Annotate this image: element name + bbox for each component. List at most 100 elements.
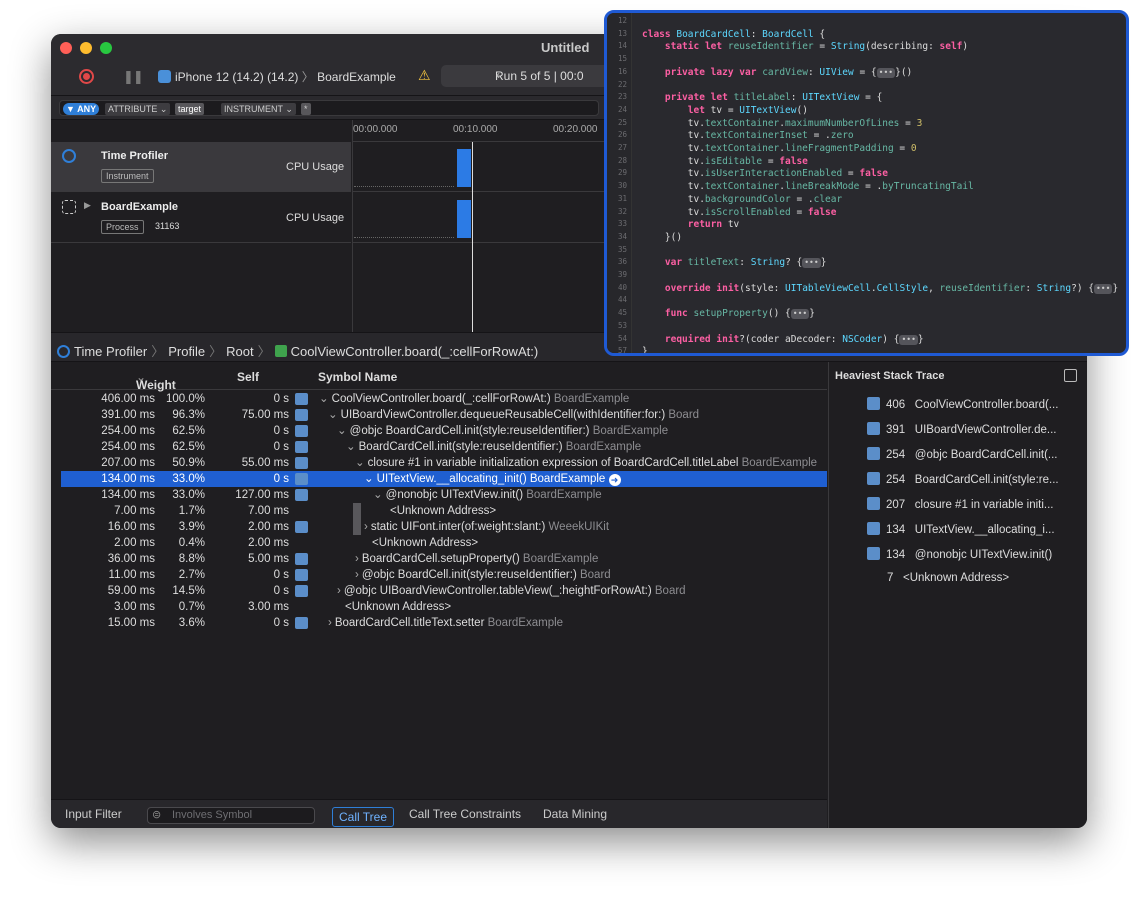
- line-number: 45: [617, 308, 627, 318]
- breadcrumb-item[interactable]: CoolViewController.board(_:cellForRowAt:…: [291, 344, 539, 359]
- symbol-name: <Unknown Address>: [390, 505, 497, 517]
- folded-code-icon[interactable]: •••: [1093, 283, 1113, 294]
- stack-symbol: @objc BoardCardCell.init(...: [914, 449, 1058, 461]
- minimize-button[interactable]: [80, 42, 92, 54]
- code-editor-overlay: 12 13 14 15 16 22 23 24 25 26 27 28 29 30 31 32 33 34 35 36…: [604, 10, 1129, 356]
- cpu-usage-graph[interactable]: [352, 142, 612, 192]
- code-line: tv.textContainerInset = .zero: [642, 130, 854, 142]
- table-row[interactable]: 134.00 ms 33.0% 0 s ⌄ UITextView.__allocatin…: [61, 471, 827, 487]
- chevron-left-icon[interactable]: ‹: [496, 68, 500, 82]
- code-line: }: [642, 346, 648, 356]
- table-row[interactable]: 254.00 ms 62.5% 0 s ⌄ @objc BoardCardCell.in…: [61, 423, 827, 439]
- warning-icon[interactable]: ⚠: [418, 67, 431, 84]
- zoom-button[interactable]: [100, 42, 112, 54]
- call-tree-button[interactable]: Call Tree: [332, 807, 395, 827]
- folded-code-icon[interactable]: •••: [790, 309, 810, 320]
- line-number: 29: [617, 168, 627, 178]
- device-selector[interactable]: iPhone 12 (14.2) (14.2) 〉 BoardExample: [158, 68, 396, 85]
- user-code-icon: [295, 585, 308, 597]
- stack-frame[interactable]: 7 <Unknown Address>: [887, 572, 1009, 590]
- playhead[interactable]: [472, 142, 473, 332]
- stack-frame[interactable]: 406 CoolViewController.board(...: [867, 397, 1058, 415]
- folded-code-icon[interactable]: •••: [802, 258, 821, 269]
- symbol-column-header[interactable]: Symbol Name: [318, 370, 397, 384]
- filter-token-wildcard[interactable]: *: [301, 103, 311, 115]
- expand-icon[interactable]: [1064, 369, 1077, 382]
- disclosure-icon[interactable]: ›: [364, 521, 368, 533]
- disclosure-icon[interactable]: ›: [355, 553, 359, 565]
- call-tree-constraints-button[interactable]: Call Tree Constraints: [409, 807, 521, 821]
- track-process[interactable]: ▶ BoardExample Process 31163 CPU Usage: [51, 193, 351, 243]
- filter-token-instrument[interactable]: INSTRUMENT ⌄: [221, 103, 296, 115]
- stack-frame[interactable]: 391 UIBoardViewController.de...: [867, 422, 1056, 440]
- disclosure-icon[interactable]: ⌄: [328, 409, 338, 421]
- filter-token-any[interactable]: ▼ ANY: [63, 103, 100, 115]
- disclosure-icon[interactable]: ⌄: [346, 441, 356, 453]
- percent-cell: 1.7%: [178, 505, 205, 517]
- disclosure-icon[interactable]: ›: [337, 585, 341, 597]
- close-button[interactable]: [60, 42, 72, 54]
- code-line: required init?(coder aDecoder: NSCoder) …: [664, 333, 924, 345]
- involves-symbol-field[interactable]: ⊜ Involves Symbol: [147, 807, 315, 824]
- line-number: 28: [617, 155, 627, 165]
- breadcrumb-item[interactable]: Root: [226, 344, 253, 359]
- stack-symbol: CoolViewController.board(...: [914, 399, 1059, 411]
- table-row[interactable]: 406.00 ms 100.0% 0 s ⌄ CoolViewController.bo…: [61, 391, 827, 407]
- stack-frame[interactable]: 254 @objc BoardCardCell.init(...: [867, 447, 1057, 465]
- data-mining-button[interactable]: Data Mining: [543, 807, 607, 821]
- disclosure-icon[interactable]: ⌄: [355, 457, 365, 469]
- user-code-icon: [295, 409, 308, 421]
- folded-code-icon[interactable]: •••: [876, 67, 896, 78]
- navigate-arrow-icon[interactable]: ➜: [608, 474, 621, 486]
- disclosure-icon[interactable]: ›: [328, 617, 332, 629]
- library-name: BoardExample: [487, 617, 564, 629]
- stack-symbol: @nonobjc UITextView.init(): [914, 549, 1053, 561]
- symbol-name: <Unknown Address>: [345, 601, 452, 613]
- disclosure-icon[interactable]: ⌄: [319, 393, 329, 405]
- user-code-icon: [295, 473, 308, 485]
- weight-cell: 3.00 ms: [114, 601, 155, 613]
- table-row[interactable]: 3.00 ms 0.7% 3.00 ms <Unknown Address>: [61, 599, 827, 615]
- run-selector[interactable]: ‹ Run 5 of 5 | 00:0: [441, 65, 616, 87]
- table-row[interactable]: 207.00 ms 50.9% 55.00 ms ⌄ closure #1 in var…: [61, 455, 827, 471]
- track-time-profiler[interactable]: Time Profiler Instrument CPU Usage: [51, 142, 351, 192]
- stack-frame[interactable]: 254 BoardCardCell.init(style:re...: [867, 472, 1059, 490]
- breadcrumb-item[interactable]: Profile: [168, 344, 205, 359]
- table-row[interactable]: 254.00 ms 62.5% 0 s ⌄ BoardCardCell.init(sty…: [61, 439, 827, 455]
- code-line: let tv = UITextView(): [687, 104, 808, 116]
- stack-frame[interactable]: 134 @nonobjc UITextView.init(): [867, 547, 1052, 565]
- table-row[interactable]: 36.00 ms 8.8% 5.00 ms › BoardCardCell.setupP…: [61, 551, 827, 567]
- table-row[interactable]: 2.00 ms 0.4% 2.00 ms <Unknown Address>: [61, 535, 827, 551]
- cpu-usage-graph[interactable]: [352, 193, 612, 243]
- breadcrumb-item[interactable]: Time Profiler: [74, 344, 147, 359]
- self-column-header[interactable]: Self: [237, 370, 259, 384]
- user-code-icon: [867, 547, 880, 560]
- table-row[interactable]: 15.00 ms 3.6% 0 s › BoardCardCell.titleText.…: [61, 615, 827, 631]
- disclosure-icon[interactable]: ⌄: [337, 425, 347, 437]
- table-row[interactable]: 7.00 ms 1.7% 7.00 ms <Unknown Address>: [61, 503, 827, 535]
- heaviest-stack-title: Heaviest Stack Trace: [835, 370, 945, 382]
- disclosure-icon[interactable]: ⌄: [364, 473, 374, 485]
- stack-frame[interactable]: 134 UITextView.__allocating_i...: [867, 522, 1055, 540]
- pause-button[interactable]: ❚❚: [123, 69, 144, 85]
- filter-token-attribute[interactable]: ATTRIBUTE ⌄: [105, 103, 171, 115]
- target-label: BoardExample: [317, 70, 396, 84]
- filter-field[interactable]: ▼ ANY ATTRIBUTE ⌄ target INSTRUMENT ⌄ *: [59, 100, 599, 116]
- disclosure-icon[interactable]: ›: [355, 569, 359, 581]
- user-code-icon: [867, 472, 880, 485]
- table-row[interactable]: 391.00 ms 96.3% 75.00 ms ⌄ UIBoardViewContro…: [61, 407, 827, 423]
- self-cell: 0 s: [273, 585, 289, 597]
- disclosure-icon[interactable]: ⌄: [373, 489, 383, 501]
- table-row[interactable]: 134.00 ms 33.0% 127.00 ms ⌄ @nonobjc UITextV…: [61, 487, 827, 503]
- weight-column-header[interactable]: Weight ⌄: [136, 370, 176, 392]
- record-button[interactable]: [79, 69, 94, 84]
- filter-token-target[interactable]: target: [175, 103, 205, 115]
- table-row[interactable]: 59.00 ms 14.5% 0 s › @objc UIBoardViewContro…: [61, 583, 827, 599]
- folded-code-icon[interactable]: •••: [899, 334, 918, 345]
- table-row[interactable]: 16.00 ms 3.9% 2.00 ms › static UIFont.inter(…: [61, 519, 827, 535]
- code-line: func setupProperty() {•••}: [664, 308, 815, 320]
- table-row[interactable]: 11.00 ms 2.7% 0 s › @objc BoardCell.init(sty…: [61, 567, 827, 583]
- timeline-ruler[interactable]: 00:00.000 00:10.000 00:20.000: [352, 120, 612, 142]
- disclosure-icon[interactable]: ▶: [84, 200, 91, 211]
- stack-frame[interactable]: 207 closure #1 in variable initi...: [867, 497, 1054, 515]
